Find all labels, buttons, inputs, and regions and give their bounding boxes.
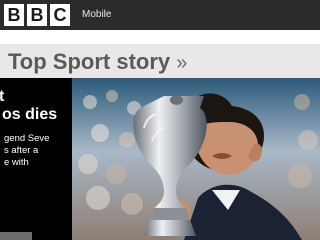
logo-letter-b1: B xyxy=(4,4,24,26)
story-summary-line2: s after a xyxy=(4,145,39,156)
golfer-kissing-trophy-image xyxy=(72,78,320,240)
logo-letter-b2: B xyxy=(27,4,47,26)
site-section-label[interactable]: Mobile xyxy=(82,9,111,20)
story-photo[interactable] xyxy=(72,78,320,240)
story-panel[interactable]: t os dies gend Seve s after a e with xyxy=(0,78,72,240)
story-headline-line1[interactable]: t xyxy=(0,88,4,106)
top-bar xyxy=(0,0,320,30)
logo-letter-c: C xyxy=(50,4,70,26)
chevron-right-icon: » xyxy=(176,52,188,74)
panel-bar xyxy=(0,232,32,240)
story-headline-line2[interactable]: os dies xyxy=(2,106,57,124)
page-title[interactable]: Top Sport story » xyxy=(8,49,187,76)
story-summary-line3: e with xyxy=(4,157,29,168)
page-title-text: Top Sport story xyxy=(8,49,171,74)
spacer-strip xyxy=(0,30,320,44)
story-summary-line1: gend Seve xyxy=(4,133,50,144)
